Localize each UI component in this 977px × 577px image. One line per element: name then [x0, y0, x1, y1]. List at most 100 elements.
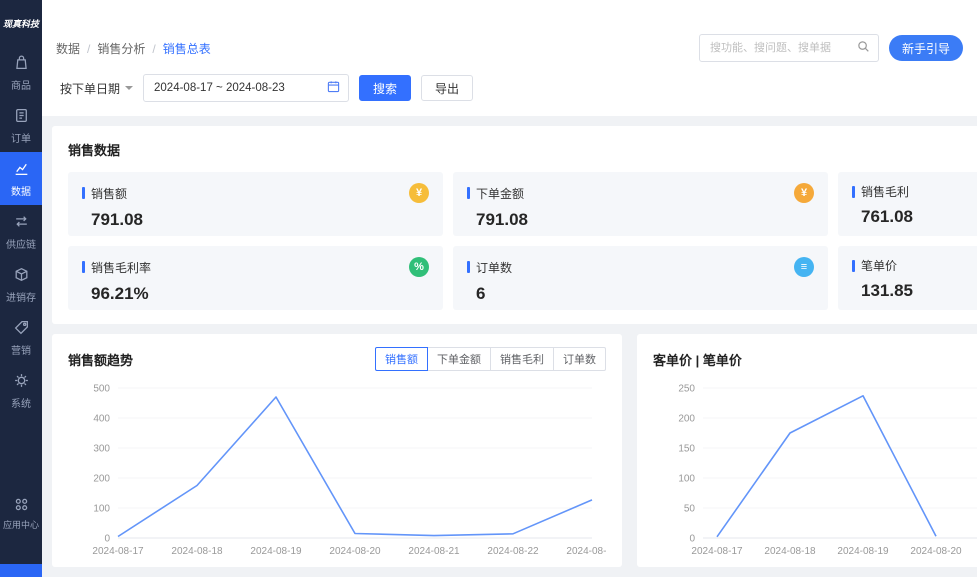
sidebar-item-system[interactable]: 系统	[0, 364, 42, 417]
svg-text:2024-08-17: 2024-08-17	[691, 546, 743, 557]
svg-text:200: 200	[678, 414, 695, 425]
sidebar-item-label: 应用中心	[3, 518, 39, 531]
sidebar-item-label: 订单	[11, 130, 31, 145]
stat-tile-order-amount[interactable]: 下单金额 ¥ 791.08	[453, 172, 828, 236]
accent-bar	[82, 261, 85, 273]
sidebar-item-label: 数据	[11, 183, 31, 198]
svg-text:2024-08-20: 2024-08-20	[329, 546, 381, 557]
filter-bar: 按下单日期 搜索 导出	[56, 62, 963, 116]
svg-text:2024-08-17: 2024-08-17	[92, 546, 144, 557]
svg-text:2024-08-20: 2024-08-20	[910, 546, 962, 557]
yuan-icon: ¥	[409, 183, 429, 203]
sidebar-item-orders[interactable]: 订单	[0, 99, 42, 152]
svg-text:0: 0	[104, 534, 110, 545]
stat-tile-sales-amount[interactable]: 销售额 ¥ 791.08	[68, 172, 443, 236]
svg-text:300: 300	[93, 444, 110, 455]
breadcrumb-item-current: 销售总表	[163, 40, 211, 57]
accent-bar	[467, 261, 470, 273]
stat-value: 6	[476, 284, 814, 304]
sidebar-item-label: 进销存	[6, 289, 36, 304]
avg-price-line-chart: 0501001502002502024-08-172024-08-182024-…	[653, 380, 977, 560]
tab-gross-profit[interactable]: 销售毛利	[490, 347, 554, 371]
search-icon[interactable]	[857, 40, 870, 56]
marketing-icon	[13, 319, 30, 339]
stat-label: 销售毛利率	[91, 259, 151, 276]
card-title: 销售数据	[68, 140, 977, 159]
svg-text:100: 100	[678, 474, 695, 485]
accent-bar	[82, 187, 85, 199]
system-gear-icon	[13, 372, 30, 392]
sidebar-item-label: 商品	[11, 77, 31, 92]
sidebar-spacer	[0, 417, 42, 488]
stat-label: 笔单价	[861, 257, 897, 274]
accent-bar	[467, 187, 470, 199]
stat-tile-avg-order-value[interactable]: 笔单价 131.85	[838, 246, 977, 310]
sidebar-item-marketing[interactable]: 营销	[0, 311, 42, 364]
date-type-dropdown[interactable]: 按下单日期	[60, 80, 133, 97]
svg-text:50: 50	[684, 504, 696, 515]
stat-label: 下单金额	[476, 185, 524, 202]
chart-title: 销售额趋势	[68, 350, 133, 369]
sidebar-footer-accent[interactable]	[0, 564, 42, 577]
sidebar-item-goods[interactable]: 商品	[0, 46, 42, 99]
svg-text:0: 0	[689, 534, 695, 545]
chart-title: 客单价 | 笔单价	[653, 350, 742, 369]
orders-icon	[13, 107, 30, 127]
supply-chain-icon	[13, 213, 30, 233]
stat-label: 订单数	[476, 259, 512, 276]
stat-label: 销售额	[91, 185, 127, 202]
svg-text:200: 200	[93, 474, 110, 485]
svg-text:2024-08-18: 2024-08-18	[171, 546, 223, 557]
svg-text:2024-08-22: 2024-08-22	[487, 546, 539, 557]
svg-text:2024-08-23: 2024-08-23	[566, 546, 606, 557]
svg-text:2024-08-21: 2024-08-21	[408, 546, 460, 557]
date-type-label: 按下单日期	[60, 80, 120, 97]
tab-order-amount[interactable]: 下单金额	[427, 347, 491, 371]
svg-text:150: 150	[678, 444, 695, 455]
breadcrumb-item[interactable]: 销售分析	[97, 40, 162, 57]
metric-tabs: 销售额 下单金额 销售毛利 订单数	[375, 347, 606, 371]
export-button[interactable]: 导出	[421, 75, 473, 101]
stat-value: 761.08	[861, 207, 977, 227]
sidebar-item-inventory[interactable]: 进销存	[0, 258, 42, 311]
sidebar-item-app-center[interactable]: 应用中心	[0, 488, 42, 538]
calendar-icon[interactable]	[327, 80, 340, 96]
global-search	[699, 34, 879, 62]
avg-price-card: 客单价 | 笔单价 0501001502002502024-08-172024-…	[637, 334, 977, 567]
stat-tile-order-count[interactable]: 订单数 ≡ 6	[453, 246, 828, 310]
inventory-icon	[13, 266, 30, 286]
percent-icon: %	[409, 257, 429, 277]
dashboard-page: 现真科技 商品 订单 数据 供应链	[0, 0, 977, 577]
tab-order-count[interactable]: 订单数	[553, 347, 606, 371]
search-button[interactable]: 搜索	[359, 75, 411, 101]
search-input[interactable]	[708, 41, 851, 55]
sidebar-item-label: 供应链	[6, 236, 36, 251]
accent-bar	[852, 260, 855, 272]
stat-value: 791.08	[91, 210, 429, 230]
svg-text:500: 500	[93, 384, 110, 395]
stat-value: 131.85	[861, 281, 977, 301]
stat-tile-gross-profit[interactable]: 销售毛利 761.08	[838, 172, 977, 236]
tab-sales-amount[interactable]: 销售额	[375, 347, 428, 371]
beginner-guide-button[interactable]: 新手引导	[889, 35, 963, 61]
stat-tile-gross-margin[interactable]: 销售毛利率 % 96.21%	[68, 246, 443, 310]
sidebar-item-supply-chain[interactable]: 供应链	[0, 205, 42, 258]
breadcrumb-item[interactable]: 数据	[56, 40, 97, 57]
stat-value: 96.21%	[91, 284, 429, 304]
svg-text:2024-08-18: 2024-08-18	[764, 546, 816, 557]
main-area: 数据 销售分析 销售总表 新手引导 按下单日期	[42, 0, 977, 577]
svg-text:100: 100	[93, 504, 110, 515]
sales-trend-card: 销售额趋势 销售额 下单金额 销售毛利 订单数 0100200300400500…	[52, 334, 622, 567]
accent-bar	[852, 186, 855, 198]
breadcrumb: 数据 销售分析 销售总表	[56, 40, 211, 57]
sidebar-item-data[interactable]: 数据	[0, 152, 42, 205]
stat-tiles: 销售额 ¥ 791.08 下单金额 ¥ 791.08	[68, 172, 977, 310]
date-range-input[interactable]	[152, 81, 321, 95]
sales-trend-line-chart: 01002003004005002024-08-172024-08-182024…	[68, 380, 606, 560]
sidebar-item-label: 营销	[11, 342, 31, 357]
order-list-icon: ≡	[794, 257, 814, 277]
stat-label: 销售毛利	[861, 183, 909, 200]
brand-logo: 现真科技	[0, 0, 42, 46]
sidebar-item-label: 系统	[11, 395, 31, 410]
content-area: 销售数据 销售额 ¥ 791.08 下单金额	[42, 116, 977, 567]
